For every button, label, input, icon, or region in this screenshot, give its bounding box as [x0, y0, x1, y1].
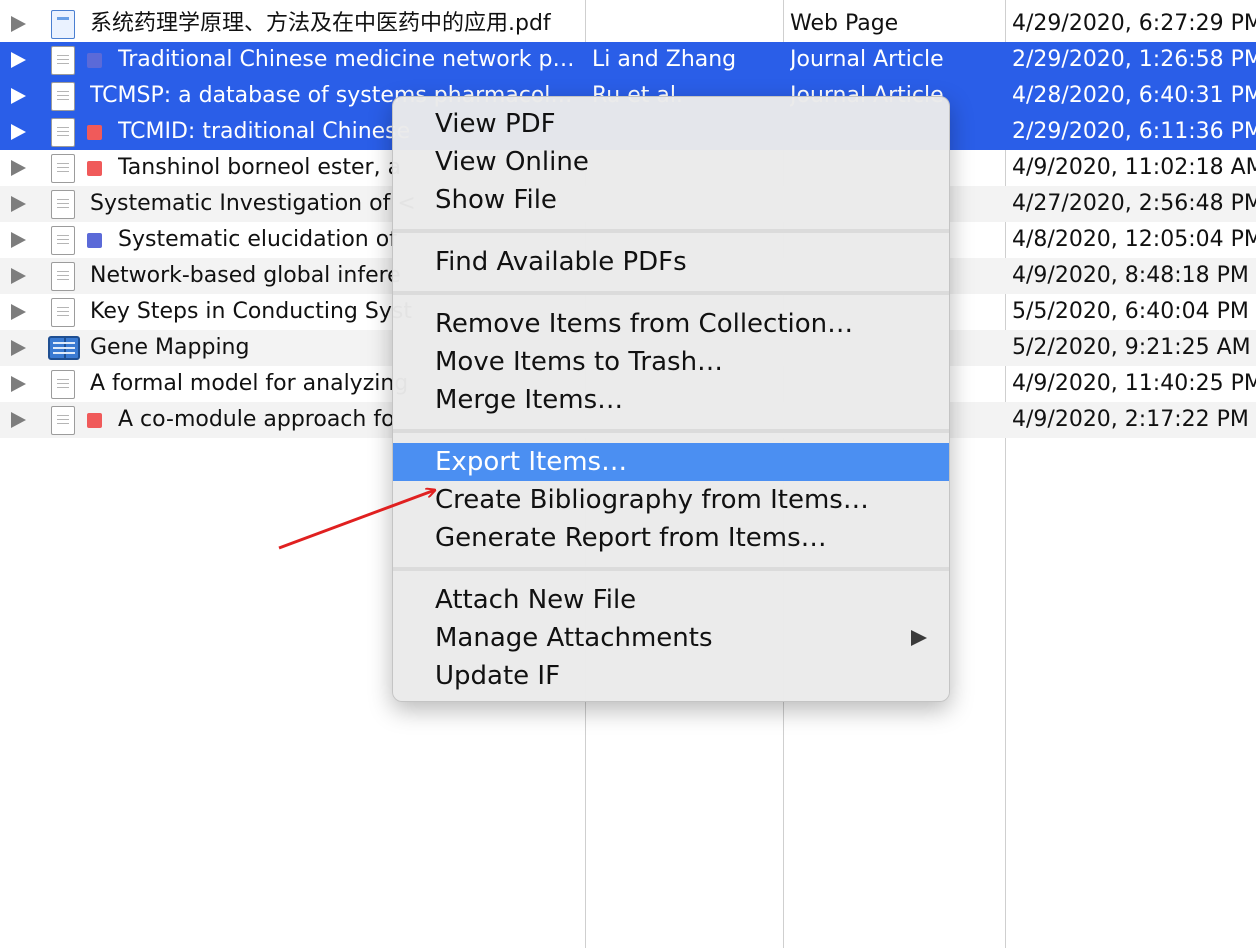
cell-date-added: 4/28/2020, 6:40:31 PM	[1012, 83, 1256, 108]
disclosure-triangle-icon[interactable]	[11, 232, 26, 248]
menu-item-attach-new-file[interactable]: Attach New File	[393, 581, 949, 619]
web-page-icon	[51, 10, 75, 39]
disclosure-triangle-icon[interactable]	[11, 304, 26, 320]
cell-date-added: 4/27/2020, 2:56:48 PM	[1012, 191, 1256, 216]
menu-item-export-items[interactable]: Export Items…	[393, 443, 949, 481]
menu-separator	[393, 291, 949, 295]
disclosure-triangle-icon[interactable]	[11, 160, 26, 176]
document-icon	[51, 118, 75, 147]
disclosure-triangle-icon[interactable]	[11, 340, 26, 356]
document-icon	[51, 298, 75, 327]
document-icon	[51, 190, 75, 219]
cell-date-added: 4/9/2020, 2:17:22 PM	[1012, 407, 1249, 432]
cell-date-added: 4/9/2020, 11:02:18 AM	[1012, 155, 1256, 180]
cell-item-type: Journal Article	[790, 47, 944, 72]
color-tag-icon	[87, 233, 102, 248]
menu-item-move-to-trash[interactable]: Move Items to Trash…	[393, 343, 949, 381]
book-icon	[48, 336, 80, 360]
menu-item-create-bibliography[interactable]: Create Bibliography from Items…	[393, 481, 949, 519]
menu-item-generate-report[interactable]: Generate Report from Items…	[393, 519, 949, 557]
cell-date-added: 5/5/2020, 6:40:04 PM	[1012, 299, 1249, 324]
document-icon	[51, 262, 75, 291]
disclosure-triangle-icon[interactable]	[11, 52, 26, 68]
menu-item-remove-from-collection[interactable]: Remove Items from Collection…	[393, 305, 949, 343]
disclosure-triangle-icon[interactable]	[11, 16, 26, 32]
menu-item-manage-attachments[interactable]: Manage Attachments	[393, 619, 949, 657]
color-tag-icon	[87, 53, 102, 68]
cell-date-added: 2/29/2020, 1:26:58 PM	[1012, 47, 1256, 72]
cell-item-type: Web Page	[790, 11, 899, 36]
disclosure-triangle-icon[interactable]	[11, 196, 26, 212]
menu-item-manage-attachments-label: Manage Attachments	[435, 623, 713, 653]
cell-creator: Li and Zhang	[592, 47, 737, 72]
submenu-arrow-icon	[911, 630, 927, 646]
document-icon	[51, 226, 75, 255]
disclosure-triangle-icon[interactable]	[11, 124, 26, 140]
menu-separator	[393, 429, 949, 433]
menu-separator	[393, 567, 949, 571]
cell-date-added: 4/8/2020, 12:05:04 PM	[1012, 227, 1256, 252]
disclosure-triangle-icon[interactable]	[11, 88, 26, 104]
color-tag-icon	[87, 161, 102, 176]
cell-date-added: 5/2/2020, 9:21:25 AM	[1012, 335, 1251, 360]
menu-item-merge-items[interactable]: Merge Items…	[393, 381, 949, 419]
document-icon	[51, 46, 75, 75]
menu-item-find-available-pdfs[interactable]: Find Available PDFs	[393, 243, 949, 281]
context-menu: View PDF View Online Show File Find Avai…	[392, 96, 950, 702]
menu-item-show-file[interactable]: Show File	[393, 181, 949, 219]
menu-item-view-pdf[interactable]: View PDF	[393, 105, 949, 143]
document-icon	[51, 82, 75, 111]
cell-date-added: 4/9/2020, 8:48:18 PM	[1012, 263, 1249, 288]
color-tag-icon	[87, 413, 102, 428]
cell-creator	[592, 6, 780, 42]
document-icon	[51, 406, 75, 435]
cell-title: 系统药理学原理、方法及在中医药中的应用.pdf	[90, 11, 551, 36]
cell-title: Traditional Chinese medicine network pha…	[118, 47, 580, 72]
disclosure-triangle-icon[interactable]	[11, 268, 26, 284]
disclosure-triangle-icon[interactable]	[11, 376, 26, 392]
cell-date-added: 4/29/2020, 6:27:29 PM	[1012, 11, 1256, 36]
table-row[interactable]: Traditional Chinese medicine network pha…	[0, 42, 1256, 78]
cell-date-added: 4/9/2020, 11:40:25 PM	[1012, 371, 1256, 396]
disclosure-triangle-icon[interactable]	[11, 412, 26, 428]
color-tag-icon	[87, 125, 102, 140]
document-icon	[51, 154, 75, 183]
cell-date-added: 2/29/2020, 6:11:36 PM	[1012, 119, 1256, 144]
table-row[interactable]: 系统药理学原理、方法及在中医药中的应用.pdf Web Page 4/29/2020…	[0, 6, 1256, 42]
menu-separator	[393, 229, 949, 233]
menu-item-view-online[interactable]: View Online	[393, 143, 949, 181]
document-icon	[51, 370, 75, 399]
menu-item-update-if[interactable]: Update IF	[393, 657, 949, 695]
